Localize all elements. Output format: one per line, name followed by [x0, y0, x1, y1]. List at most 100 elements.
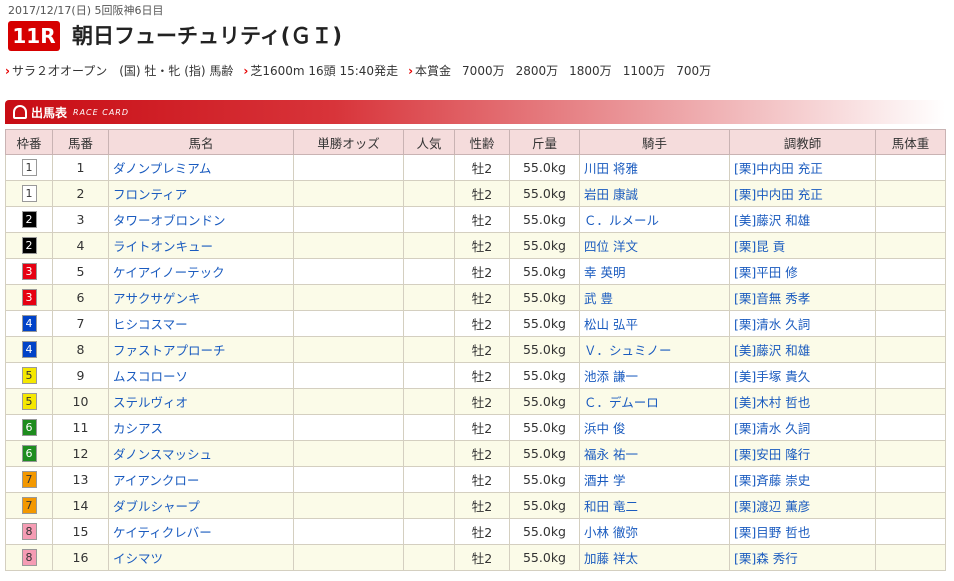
trainer-link[interactable]: [栗]斉藤 崇史 — [729, 466, 876, 493]
trainer-link[interactable]: [栗]森 秀行 — [729, 544, 876, 571]
horse-name-link[interactable]: ダノンスマッシュ — [108, 440, 294, 467]
trainer-link[interactable]: [美]藤沢 和雄 — [729, 336, 876, 363]
umaban-cell: 3 — [52, 206, 109, 233]
popularity-cell — [403, 544, 455, 571]
popularity-cell — [403, 154, 455, 181]
waku-cell: 5 — [5, 388, 53, 415]
jockey-link[interactable]: Ｖ．シュミノー — [579, 336, 730, 363]
trainer-link[interactable]: [栗]安田 隆行 — [729, 440, 876, 467]
jockey-link[interactable]: 福永 祐一 — [579, 440, 730, 467]
horse-name-link[interactable]: タワーオブロンドン — [108, 206, 294, 233]
col-header-umaban[interactable]: 馬番 — [52, 129, 109, 155]
jockey-link[interactable]: 松山 弘平 — [579, 310, 730, 337]
horse-name-link[interactable]: イシマツ — [108, 544, 294, 571]
table-row: 3 6 アサクサゲンキ 牡2 55.0kg 武 豊 [栗]音無 秀孝 — [5, 284, 946, 311]
popularity-cell — [403, 232, 455, 259]
race-card-banner: 出馬表 RACE CARD — [5, 100, 945, 124]
horse-name-link[interactable]: ファストアプローチ — [108, 336, 294, 363]
jockey-link[interactable]: 幸 英明 — [579, 258, 730, 285]
trainer-link[interactable]: [美]木村 哲也 — [729, 388, 876, 415]
banner-title: 出馬表 — [31, 105, 68, 120]
horse-name-link[interactable]: ヒシコスマー — [108, 310, 294, 337]
jockey-link[interactable]: 四位 洋文 — [579, 232, 730, 259]
jockey-link[interactable]: 小林 徹弥 — [579, 518, 730, 545]
race-number-badge: 11R — [8, 21, 60, 51]
odds-cell — [293, 310, 404, 337]
horse-name-link[interactable]: フロンティア — [108, 180, 294, 207]
waku-badge: 4 — [21, 315, 37, 332]
body-weight-cell — [875, 492, 946, 519]
weight-cell: 55.0kg — [509, 414, 580, 441]
horse-name-link[interactable]: ムスコローソ — [108, 362, 294, 389]
waku-badge: 8 — [21, 549, 37, 566]
jockey-link[interactable]: 加藤 祥太 — [579, 544, 730, 571]
horse-name-link[interactable]: ケイティクレバー — [108, 518, 294, 545]
waku-badge: 5 — [21, 367, 37, 384]
col-header-trainer[interactable]: 調教師 — [729, 129, 876, 155]
waku-cell: 3 — [5, 258, 53, 285]
col-header-odds[interactable]: 単勝オッズ — [293, 129, 404, 155]
horse-name-link[interactable]: アイアンクロー — [108, 466, 294, 493]
horse-name-link[interactable]: ステルヴィオ — [108, 388, 294, 415]
waku-cell: 2 — [5, 206, 53, 233]
table-row: 5 9 ムスコローソ 牡2 55.0kg 池添 謙一 [美]手塚 貴久 — [5, 362, 946, 389]
waku-badge: 7 — [21, 497, 37, 514]
col-header-weight[interactable]: 斤量 — [509, 129, 580, 155]
jockey-link[interactable]: 武 豊 — [579, 284, 730, 311]
body-weight-cell — [875, 206, 946, 233]
jockey-link[interactable]: 岩田 康誠 — [579, 180, 730, 207]
jockey-link[interactable]: 酒井 学 — [579, 466, 730, 493]
jockey-link[interactable]: 浜中 俊 — [579, 414, 730, 441]
horse-name-link[interactable]: ライトオンキュー — [108, 232, 294, 259]
trainer-link[interactable]: [栗]昆 貢 — [729, 232, 876, 259]
jockey-link[interactable]: Ｃ．ルメール — [579, 206, 730, 233]
trainer-link[interactable]: [栗]音無 秀孝 — [729, 284, 876, 311]
trainer-link[interactable]: [栗]渡辺 薫彦 — [729, 492, 876, 519]
umaban-cell: 9 — [52, 362, 109, 389]
popularity-cell — [403, 362, 455, 389]
prize-1: 7000万 — [462, 64, 505, 78]
waku-badge: 2 — [21, 211, 37, 228]
col-header-jockey[interactable]: 騎手 — [579, 129, 730, 155]
col-header-waku[interactable]: 枠番 — [5, 129, 53, 155]
trainer-link[interactable]: [栗]清水 久詞 — [729, 414, 876, 441]
body-weight-cell — [875, 310, 946, 337]
prize-2: 2800万 — [515, 64, 559, 78]
horse-name-link[interactable]: アサクサゲンキ — [108, 284, 294, 311]
jockey-link[interactable]: 池添 謙一 — [579, 362, 730, 389]
jockey-link[interactable]: Ｃ．デムーロ — [579, 388, 730, 415]
odds-cell — [293, 206, 404, 233]
col-header-sex-age[interactable]: 性齢 — [454, 129, 510, 155]
horse-name-link[interactable]: ケイアイノーテック — [108, 258, 294, 285]
waku-cell: 4 — [5, 336, 53, 363]
trainer-link[interactable]: [美]手塚 貴久 — [729, 362, 876, 389]
trainer-link[interactable]: [美]藤沢 和雄 — [729, 206, 876, 233]
weight-cell: 55.0kg — [509, 206, 580, 233]
col-header-horse[interactable]: 馬名 — [108, 129, 294, 155]
trainer-link[interactable]: [栗]清水 久詞 — [729, 310, 876, 337]
table-row: 6 11 カシアス 牡2 55.0kg 浜中 俊 [栗]清水 久詞 — [5, 414, 946, 441]
horse-name-link[interactable]: カシアス — [108, 414, 294, 441]
race-title: 朝日フューチュリティ(ＧＩ) — [72, 24, 342, 48]
sex-age-cell: 牡2 — [454, 336, 510, 363]
jockey-link[interactable]: 和田 竜二 — [579, 492, 730, 519]
trainer-link[interactable]: [栗]目野 哲也 — [729, 518, 876, 545]
jockey-link[interactable]: 川田 将雅 — [579, 154, 730, 181]
weight-cell: 55.0kg — [509, 362, 580, 389]
col-header-body-weight[interactable]: 馬体重 — [875, 129, 946, 155]
trainer-link[interactable]: [栗]中内田 充正 — [729, 154, 876, 181]
trainer-link[interactable]: [栗]中内田 充正 — [729, 180, 876, 207]
umaban-cell: 16 — [52, 544, 109, 571]
table-row: 6 12 ダノンスマッシュ 牡2 55.0kg 福永 祐一 [栗]安田 隆行 — [5, 440, 946, 467]
race-card-table: 枠番 馬番 馬名 単勝オッズ 人気 性齢 斤量 騎手 調教師 馬体重 1 1 ダノン… — [5, 129, 946, 571]
odds-cell — [293, 180, 404, 207]
horse-name-link[interactable]: ダノンプレミアム — [108, 154, 294, 181]
body-weight-cell — [875, 232, 946, 259]
popularity-cell — [403, 440, 455, 467]
sex-age-cell: 牡2 — [454, 180, 510, 207]
odds-cell — [293, 362, 404, 389]
col-header-popularity[interactable]: 人気 — [403, 129, 455, 155]
trainer-link[interactable]: [栗]平田 修 — [729, 258, 876, 285]
horse-name-link[interactable]: ダブルシャープ — [108, 492, 294, 519]
body-weight-cell — [875, 284, 946, 311]
